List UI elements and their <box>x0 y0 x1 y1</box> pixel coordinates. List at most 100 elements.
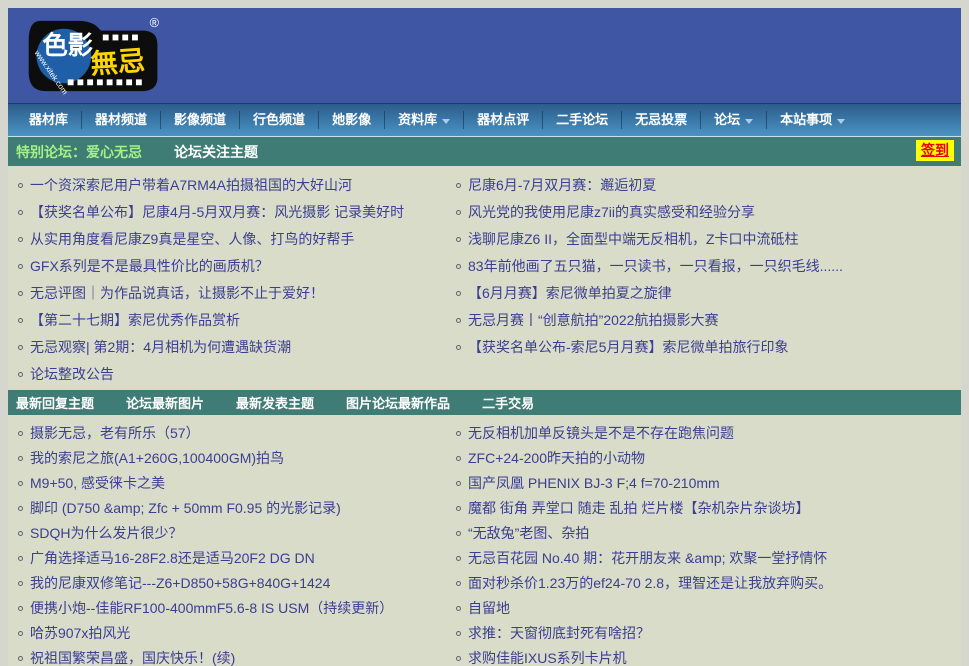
special-forum-link[interactable]: 特别论坛：爱心无忌 <box>16 142 142 162</box>
topic-title: 便携小炮--佳能RF100-400mmF5.6-8 IS USM（持续更新） <box>30 596 393 621</box>
nav-item[interactable]: 她影像 <box>318 111 384 129</box>
bullet-icon <box>18 318 23 323</box>
topic-link[interactable]: 从实用角度看尼康Z9真是星空、人像、打鸟的好帮手 <box>18 226 446 253</box>
nav-item[interactable]: 无忌投票 <box>621 111 700 129</box>
topic-link[interactable]: 求购佳能IXUS系列卡片机 <box>456 646 961 666</box>
tab[interactable]: 图片论坛最新作品 <box>346 393 450 412</box>
topic-link[interactable]: 论坛整改公告 <box>18 361 446 388</box>
main-nav: 器材库 器材频道影像频道行色频道她影像 资料库 器材点评二手论坛无忌投票论坛 本站事项 <box>8 103 961 137</box>
topic-title: 脚印 (D750 &amp; Zfc + 50mm F0.95 的光影记录) <box>30 496 341 521</box>
bullet-icon <box>456 481 461 486</box>
nav-item[interactable]: 资料库 <box>384 111 463 129</box>
topic-link[interactable]: 【获奖名单公布】尼康4月-5月双月赛：风光摄影 记录美好时 <box>18 199 446 226</box>
topic-link[interactable]: 摄影无忌，老有所乐（57） <box>18 421 446 446</box>
topic-title: 无忌观察| 第2期：4月相机为何遭遇缺货潮 <box>30 334 291 361</box>
topic-link[interactable]: 无忌观察| 第2期：4月相机为何遭遇缺货潮 <box>18 334 446 361</box>
topic-title: 广角选择适马16-28F2.8还是适马20F2 DG DN <box>30 546 315 571</box>
topic-link[interactable]: 魔都 街角 弄堂口 随走 乱拍 烂片楼【杂机杂片杂谈坊】 <box>456 496 961 521</box>
topic-link[interactable]: 一个资深索尼用户带着A7RM4A拍摄祖国的大好山河 <box>18 172 446 199</box>
topic-link[interactable]: 风光党的我使用尼康z7ii的真实感受和经验分享 <box>456 199 961 226</box>
signin-button[interactable]: 签到 <box>916 140 954 161</box>
topic-title: 无忌评图｜为作品说真话，让摄影不止于爱好！ <box>30 280 324 307</box>
nav-item-label: 她影像 <box>332 111 371 129</box>
logo-text-left: 色影 <box>42 31 93 60</box>
nav-item-label: 论坛 <box>714 111 740 129</box>
bullet-icon <box>18 183 23 188</box>
topic-link[interactable]: 无忌月赛丨“创意航拍”2022航拍摄影大赛 <box>456 307 961 334</box>
topic-title: 面对秒杀价1.23万的ef24-70 2.8，理智还是让我放弃购买。 <box>468 571 832 596</box>
topic-link[interactable]: SDQH为什么发片很少？ <box>18 521 446 546</box>
topic-link[interactable]: 浅聊尼康Z6 II，全面型中端无反相机，Z卡口中流砥柱 <box>456 226 961 253</box>
nav-item[interactable]: 影像频道 <box>160 111 239 129</box>
topic-link[interactable]: 便携小炮--佳能RF100-400mmF5.6-8 IS USM（持续更新） <box>18 596 446 621</box>
topic-title: 【6月月赛】索尼微单拍夏之旋律 <box>468 280 672 307</box>
nav-item-label: 本站事项 <box>780 111 832 129</box>
nav-item[interactable]: 二手论坛 <box>542 111 621 129</box>
bullet-icon <box>18 506 23 511</box>
topic-list-right: 尼康6月-7月双月赛：邂逅初夏风光党的我使用尼康z7ii的真实感受和经验分享浅聊… <box>446 172 961 388</box>
xitek-logo[interactable]: 色影 無忌 www.xitek.com ® <box>26 17 164 95</box>
bullet-icon <box>456 183 461 188</box>
nav-item-label: 器材点评 <box>477 111 529 129</box>
topic-link[interactable]: 【获奖名单公布-索尼5月月赛】索尼微单拍旅行印象 <box>456 334 961 361</box>
topic-link[interactable]: 自留地 <box>456 596 961 621</box>
topic-link[interactable]: 脚印 (D750 &amp; Zfc + 50mm F0.95 的光影记录) <box>18 496 446 521</box>
nav-item[interactable]: 器材点评 <box>463 111 542 129</box>
bullet-icon <box>18 237 23 242</box>
topic-title: 自留地 <box>468 596 510 621</box>
topic-link[interactable]: 83年前他画了五只猫，一只读书，一只看报，一只织毛线...... <box>456 253 961 280</box>
nav-item[interactable]: 行色频道 <box>239 111 318 129</box>
topic-link[interactable]: 无反相机加单反镜头是不是不存在跑焦问题 <box>456 421 961 446</box>
tab[interactable]: 最新回复主题 <box>16 393 94 412</box>
topic-title: 祝祖国繁荣昌盛，国庆快乐！(续) <box>30 646 235 666</box>
bullet-icon <box>18 656 23 661</box>
topic-link[interactable]: 求推：天窗彻底封死有啥招？ <box>456 621 961 646</box>
tab[interactable]: 论坛最新图片 <box>126 393 204 412</box>
topic-title: 83年前他画了五只猫，一只读书，一只看报，一只织毛线...... <box>468 253 843 280</box>
bullet-icon <box>18 556 23 561</box>
topic-link[interactable]: 祝祖国繁荣昌盛，国庆快乐！(续) <box>18 646 446 666</box>
bullet-icon <box>18 456 23 461</box>
nav-item-label: 器材库 <box>29 111 68 129</box>
topic-link[interactable]: M9+50, 感受徕卡之美 <box>18 471 446 496</box>
bullet-icon <box>456 631 461 636</box>
topic-title: 魔都 街角 弄堂口 随走 乱拍 烂片楼【杂机杂片杂谈坊】 <box>468 496 809 521</box>
bullet-icon <box>456 318 461 323</box>
topic-list-right: 无反相机加单反镜头是不是不存在跑焦问题ZFC+24-200昨天拍的小动物国产凤凰… <box>446 421 961 666</box>
chevron-down-icon <box>837 119 845 124</box>
topic-link[interactable]: 面对秒杀价1.23万的ef24-70 2.8，理智还是让我放弃购买。 <box>456 571 961 596</box>
nav-item[interactable]: 器材频道 <box>81 111 160 129</box>
topic-link[interactable]: ZFC+24-200昨天拍的小动物 <box>456 446 961 471</box>
nav-item-label: 器材频道 <box>95 111 147 129</box>
nav-item[interactable]: 器材库 <box>16 111 81 129</box>
page: 色影 無忌 www.xitek.com ® 器材库 器材频道影像频道行色频道她影像… <box>8 8 961 666</box>
topic-link[interactable]: 无忌评图｜为作品说真话，让摄影不止于爱好！ <box>18 280 446 307</box>
bullet-icon <box>18 481 23 486</box>
bullet-icon <box>456 291 461 296</box>
topic-link[interactable]: 尼康6月-7月双月赛：邂逅初夏 <box>456 172 961 199</box>
topic-link[interactable]: 【第二十七期】索尼优秀作品赏析 <box>18 307 446 334</box>
topic-title: SDQH为什么发片很少？ <box>30 521 182 546</box>
nav-item-label: 资料库 <box>398 111 437 129</box>
topic-link[interactable]: 哈苏907x拍风光 <box>18 621 446 646</box>
logo-text-right: 無忌 <box>89 45 146 80</box>
topic-link[interactable]: 我的索尼之旅(A1+260G,100400GM)拍鸟 <box>18 446 446 471</box>
topic-link[interactable]: 我的尼康双修笔记---Z6+D850+58G+840G+1424 <box>18 571 446 596</box>
topic-link[interactable]: 国产凤凰 PHENIX BJ-3 F;4 f=70-210mm <box>456 471 961 496</box>
tab[interactable]: 二手交易 <box>482 393 534 412</box>
topic-link[interactable]: GFX系列是不是最具性价比的画质机？ <box>18 253 446 280</box>
bullet-icon <box>456 506 461 511</box>
topic-list-left: 摄影无忌，老有所乐（57）我的索尼之旅(A1+260G,100400GM)拍鸟M… <box>8 421 446 666</box>
topic-link[interactable]: 无忌百花园 No.40 期：花开朋友来 &amp; 欢聚一堂抒情怀 <box>456 546 961 571</box>
topic-link[interactable]: 【6月月赛】索尼微单拍夏之旋律 <box>456 280 961 307</box>
forum-focus-topics-label[interactable]: 论坛关注主题 <box>174 142 258 162</box>
site-header: 色影 無忌 www.xitek.com ® <box>8 8 961 103</box>
nav-item[interactable]: 论坛 <box>700 111 766 129</box>
topic-title: 求推：天窗彻底封死有啥招？ <box>468 621 650 646</box>
nav-item[interactable]: 本站事项 <box>766 111 858 129</box>
topic-link[interactable]: “无敌兔”老图、杂拍 <box>456 521 961 546</box>
topic-title: 无忌百花园 No.40 期：花开朋友来 &amp; 欢聚一堂抒情怀 <box>468 546 827 571</box>
topic-title: “无敌兔”老图、杂拍 <box>468 521 589 546</box>
topic-link[interactable]: 广角选择适马16-28F2.8还是适马20F2 DG DN <box>18 546 446 571</box>
tab[interactable]: 最新发表主题 <box>236 393 314 412</box>
